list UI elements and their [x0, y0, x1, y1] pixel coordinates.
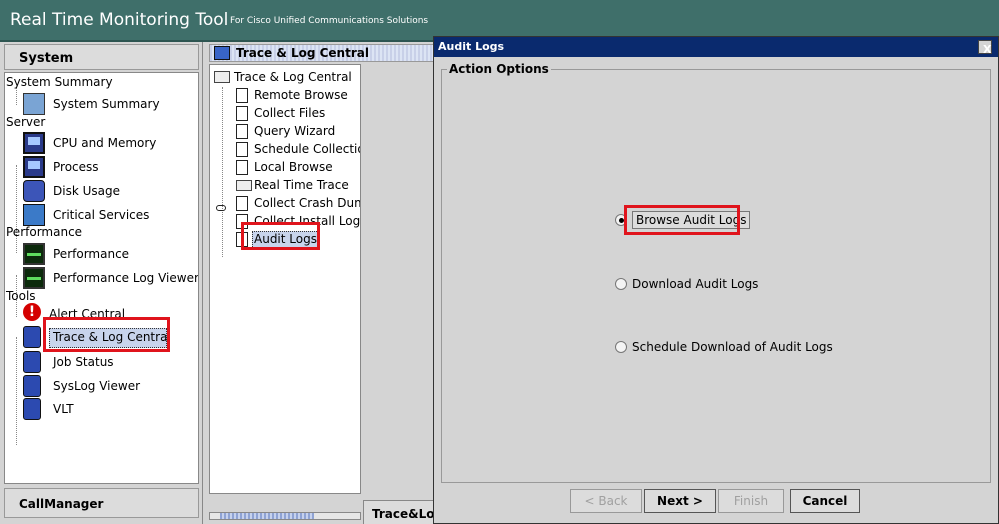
tree-item-label: VLT	[53, 402, 74, 416]
trace-log-central-tab-header[interactable]: Trace & Log Central	[209, 44, 439, 62]
section-tools[interactable]: Tools	[6, 289, 36, 303]
section-server[interactable]: Server	[6, 115, 45, 129]
tree-item-label: Query Wizard	[254, 124, 336, 138]
tree-item-label: Real Time Trace	[254, 178, 349, 192]
tree-item-label: Local Browse	[254, 160, 333, 174]
system-tree: System Summary System Summary Server CPU…	[4, 72, 199, 484]
tree-item-label: Process	[53, 160, 99, 174]
tab-title: Trace & Log Central	[236, 46, 369, 60]
radio-icon[interactable]	[615, 278, 627, 290]
cancel-button[interactable]: Cancel	[790, 489, 860, 513]
section-performance[interactable]: Performance	[6, 225, 82, 239]
folder-icon	[214, 71, 230, 83]
document-icon	[236, 88, 248, 103]
performance-graph-icon	[23, 243, 45, 265]
database-icon	[23, 398, 41, 420]
highlight-box-audit-logs	[241, 222, 320, 250]
action-options-title: Action Options	[447, 62, 551, 76]
tree-connector	[222, 87, 223, 257]
tree-item-label: Collect Files	[254, 106, 326, 120]
tree-item-label: Disk Usage	[53, 184, 120, 198]
trace-log-central-panel: Trace & Log Central Trace & Log Central …	[207, 42, 439, 524]
tree-item-label: CPU and Memory	[53, 136, 157, 150]
dialog-title-bar[interactable]: Audit Logs X	[434, 37, 998, 57]
tree-item-label: SysLog Viewer	[53, 379, 141, 393]
option-label: Download Audit Logs	[632, 277, 759, 291]
document-icon	[236, 142, 248, 157]
app-title: Real Time Monitoring Tool	[10, 10, 229, 30]
callmanager-drawer-label: CallManager	[19, 497, 104, 511]
document-icon	[236, 124, 248, 139]
tree-item-label: System Summary	[53, 97, 160, 111]
highlight-box-browse-audit-logs	[624, 205, 740, 235]
tree-item-label: Critical Services	[53, 208, 150, 222]
tree-item-label: Schedule Collection	[254, 142, 361, 156]
tree-item-label: Performance	[53, 247, 130, 261]
system-summary-icon	[23, 93, 45, 115]
next-button[interactable]: Next >	[644, 489, 716, 513]
tab-trace-and-log[interactable]: Trace&Log	[363, 500, 443, 524]
app-subtitle: For Cisco Unified Communications Solutio…	[230, 16, 429, 26]
monitor-icon	[23, 156, 45, 178]
tree-item-label: Job Status	[53, 355, 114, 369]
action-options-group: Action Options	[441, 62, 991, 483]
expand-handle-icon[interactable]	[216, 205, 226, 211]
alert-icon: !	[23, 303, 41, 321]
puzzle-icon	[23, 204, 45, 226]
tree-root-label: Trace & Log Central	[234, 70, 352, 84]
left-navigation-panel: System System Summary System Summary Ser…	[0, 42, 203, 524]
callmanager-drawer-header[interactable]: CallManager	[4, 488, 199, 518]
audit-logs-dialog: Audit Logs X Action Options Browse Audit…	[433, 36, 999, 524]
highlight-box-trace-log-central	[43, 317, 170, 352]
tree-item-label: Collect Crash Dump	[254, 196, 360, 210]
disk-icon	[23, 180, 45, 202]
database-icon	[23, 351, 41, 373]
finish-button[interactable]: Finish	[718, 489, 784, 513]
option-label: Schedule Download of Audit Logs	[632, 340, 833, 354]
close-button[interactable]: X	[978, 40, 992, 56]
close-icon: X	[983, 43, 992, 56]
folder-icon	[236, 180, 252, 191]
performance-graph-icon	[23, 267, 45, 289]
database-icon	[23, 375, 41, 397]
database-icon	[23, 326, 41, 348]
system-drawer-label: System	[19, 51, 74, 66]
tree-item-label: Remote Browse	[254, 88, 348, 102]
window-icon	[214, 46, 230, 60]
trace-log-tree: Trace & Log Central Remote Browse Collec…	[209, 64, 361, 494]
document-icon	[236, 160, 248, 175]
monitor-icon	[23, 132, 45, 154]
horizontal-scrollbar[interactable]	[209, 512, 361, 520]
scrollbar-thumb[interactable]	[220, 513, 314, 519]
radio-icon[interactable]	[615, 341, 627, 353]
document-icon	[236, 106, 248, 121]
tree-item-label: Performance Log Viewer	[53, 271, 199, 285]
dialog-title: Audit Logs	[438, 40, 505, 53]
system-drawer-header[interactable]: System	[4, 44, 199, 70]
back-button[interactable]: < Back	[570, 489, 642, 513]
section-system-summary[interactable]: System Summary	[6, 75, 113, 89]
document-icon	[236, 196, 248, 211]
